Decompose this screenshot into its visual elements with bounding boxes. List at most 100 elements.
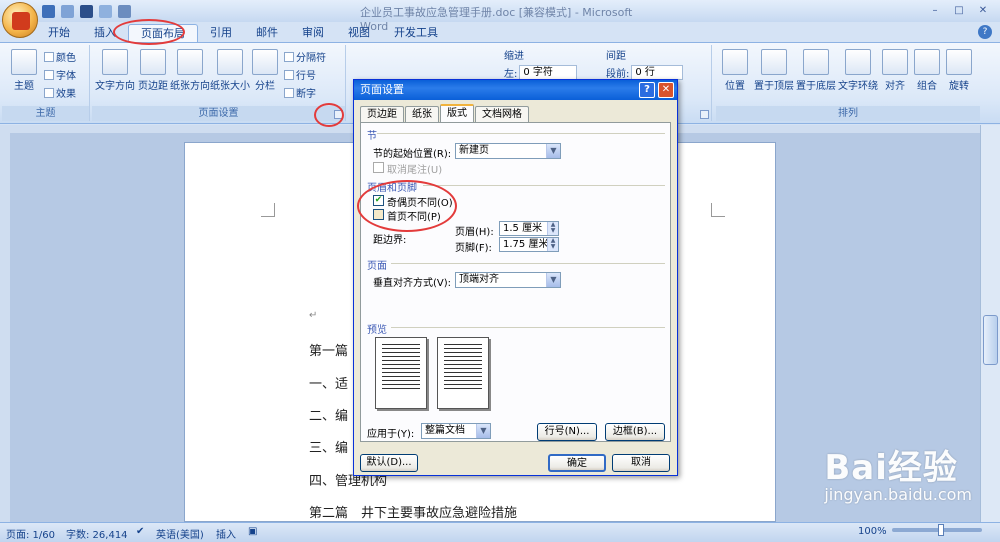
text-wrap-label: 文字环绕 (838, 81, 878, 92)
orientation-button[interactable]: 纸张方向 (170, 47, 210, 92)
odd-even-checkbox[interactable]: ✔ (373, 195, 384, 206)
default-button[interactable]: 默认(D)... (360, 454, 418, 472)
fonts-button[interactable]: 字体 (44, 67, 76, 82)
doc-line-1: 第一篇 (309, 344, 349, 359)
hyphenation-button[interactable]: 断字 (284, 85, 316, 100)
apply-to-select[interactable]: 整篇文档 ▼ (421, 423, 491, 439)
group-objects-label: 组合 (917, 81, 937, 92)
position-button[interactable]: 位置 (718, 47, 752, 92)
first-page-checkbox[interactable] (373, 209, 384, 220)
doc-line-4: 三、编 (309, 441, 349, 456)
colors-button[interactable]: 颜色 (44, 49, 76, 64)
baidu-watermark: Bai经验 jingyan.baidu.com (824, 440, 972, 504)
section-start-label: 节的起始位置(R): (373, 149, 452, 160)
preview-divider (391, 327, 665, 328)
tab-page-layout[interactable]: 页面布局 (128, 24, 198, 42)
watermark-brand: Bai经验 (824, 448, 958, 488)
macro-record-icon[interactable]: ▣ (248, 526, 257, 537)
position-icon (722, 49, 748, 75)
help-icon[interactable]: ? (978, 25, 992, 39)
indent-left-label: 左: (504, 69, 518, 80)
margin-corner-tl (261, 203, 275, 217)
group-objects-button[interactable]: 组合 (912, 47, 942, 92)
dialog-help-icon[interactable]: ? (639, 82, 655, 98)
send-back-label: 置于底层 (796, 81, 836, 92)
breaks-icon (284, 51, 294, 62)
dialog-tabs: 页边距 纸张 版式 文档网格 (360, 104, 530, 122)
text-direction-button[interactable]: 文字方向 (94, 47, 136, 92)
watermark-url: jingyan.baidu.com (824, 485, 972, 504)
spinner-icon[interactable]: ▲ ▼ (547, 238, 558, 251)
bring-front-button[interactable]: 置于顶层 (754, 47, 794, 92)
quick-access-toolbar (42, 3, 131, 19)
status-zoom[interactable]: 100% (858, 526, 887, 537)
tab-view[interactable]: 视图 (336, 24, 382, 42)
tab-developer[interactable]: 开发工具 (382, 24, 450, 42)
effects-icon (44, 87, 54, 98)
line-numbers-dialog-button[interactable]: 行号(N)... (537, 423, 597, 441)
tab-home[interactable]: 开始 (36, 24, 82, 42)
header-distance-input[interactable]: 1.5 厘米 ▲ ▼ (499, 221, 559, 236)
line-numbers-button[interactable]: 行号 (284, 67, 316, 82)
status-insert-mode[interactable]: 插入 (216, 526, 236, 541)
vertical-scrollbar[interactable] (980, 125, 1000, 522)
margins-label: 页边距 (138, 81, 168, 92)
colors-icon (44, 51, 54, 62)
footer-distance-input[interactable]: 1.75 厘米 ▲ ▼ (499, 237, 559, 252)
close-icon[interactable]: ✕ (972, 2, 994, 18)
scrollbar-thumb[interactable] (983, 315, 998, 365)
page-setup-launcher-icon[interactable] (334, 110, 343, 119)
columns-button[interactable]: 分栏 (252, 47, 278, 92)
print-preview-icon[interactable] (99, 4, 112, 18)
themes-icon (11, 49, 37, 75)
effects-button[interactable]: 效果 (44, 85, 76, 100)
dialog-tab-paper[interactable]: 纸张 (405, 106, 439, 122)
spinner-icon[interactable]: ▲ ▼ (547, 222, 558, 235)
send-back-button[interactable]: 置于底层 (796, 47, 836, 92)
spacing-before-input[interactable]: 0 行 (631, 65, 684, 80)
rotate-button[interactable]: 旋转 (944, 47, 974, 92)
header-footer-heading: 页眉和页脚 (367, 183, 417, 194)
borders-button[interactable]: 边框(B)... (605, 423, 665, 441)
tab-references[interactable]: 引用 (198, 24, 244, 42)
maximize-icon[interactable]: □ (948, 2, 970, 18)
paragraph-launcher-icon[interactable] (700, 110, 709, 119)
header-distance-value: 1.5 厘米 (503, 223, 543, 234)
breaks-button[interactable]: 分隔符 (284, 49, 326, 64)
redo-icon[interactable] (61, 4, 74, 18)
status-words[interactable]: 字数: 26,414 (66, 526, 128, 541)
print-icon[interactable] (118, 4, 131, 18)
dialog-close-icon[interactable]: ✕ (658, 82, 674, 98)
zoom-slider[interactable] (892, 528, 982, 532)
indent-left-input[interactable]: 0 字符 (519, 65, 578, 80)
proofing-icon[interactable]: ✔ (136, 526, 144, 537)
minimize-icon[interactable]: – (924, 2, 946, 18)
tab-mailings[interactable]: 邮件 (244, 24, 290, 42)
zoom-slider-knob[interactable] (938, 524, 944, 536)
text-wrap-button[interactable]: 文字环绕 (838, 47, 878, 92)
size-button[interactable]: 纸张大小 (210, 47, 250, 92)
tab-insert[interactable]: 插入 (82, 24, 128, 42)
themes-button[interactable]: 主题 (4, 47, 44, 92)
bring-front-icon (761, 49, 787, 75)
tab-review[interactable]: 审阅 (290, 24, 336, 42)
page-heading: 页面 (367, 261, 387, 272)
valign-select[interactable]: 顶端对齐 ▼ (455, 272, 561, 288)
section-start-select[interactable]: 新建页 ▼ (455, 143, 561, 159)
ok-button[interactable]: 确定 (548, 454, 606, 472)
undo-icon[interactable] (42, 4, 55, 18)
page-setup-dialog: 页面设置 ? ✕ 页边距 纸张 版式 文档网格 节 节的起始位置(R): 新建页… (353, 79, 678, 476)
vertical-ruler[interactable] (0, 133, 10, 522)
save-icon[interactable] (80, 4, 93, 18)
align-button[interactable]: 对齐 (880, 47, 910, 92)
dialog-tab-layout[interactable]: 版式 (440, 104, 474, 122)
cancel-button[interactable]: 取消 (612, 454, 670, 472)
office-button[interactable] (2, 2, 38, 38)
dialog-tab-grid[interactable]: 文档网格 (475, 106, 529, 122)
dialog-tab-margins[interactable]: 页边距 (360, 106, 404, 122)
margins-button[interactable]: 页边距 (136, 47, 170, 92)
group-page-setup: 文字方向 页边距 纸张方向 纸张大小 分栏 分隔符 行号 断字 页面设置 (92, 45, 346, 121)
status-language[interactable]: 英语(美国) (156, 526, 204, 541)
status-page[interactable]: 页面: 1/60 (6, 526, 55, 541)
suppress-endnotes-label: 取消尾注(U) (387, 165, 443, 176)
